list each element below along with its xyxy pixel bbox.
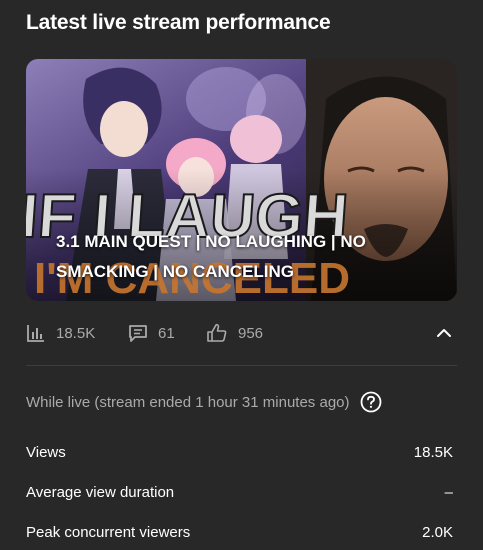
stream-thumbnail[interactable]: IF I LAUGH I'M CANCELED 3.1 MAIN QUEST |… xyxy=(26,59,457,301)
metric-label: Views xyxy=(26,443,66,461)
thumbnail-caption-line2: SMACKING | NO CANCELING xyxy=(56,262,295,281)
card-title: Latest live stream performance xyxy=(26,11,331,34)
comment-icon xyxy=(129,325,147,342)
divider xyxy=(26,365,457,366)
live-note: While live (stream ended 1 hour 31 minut… xyxy=(26,388,382,416)
metric-row-views: Views 18.5K xyxy=(26,440,453,464)
live-stream-performance-card: Latest live stream performance IF I LAUG… xyxy=(0,0,483,550)
likes-stat-value: 956 xyxy=(238,324,264,342)
metric-value: – xyxy=(444,483,453,501)
thumbs-up-icon xyxy=(207,323,227,342)
help-button[interactable] xyxy=(360,391,382,413)
bar-chart-icon xyxy=(27,325,44,342)
thumbnail-caption-line1: 3.1 MAIN QUEST | NO LAUGHING | NO xyxy=(56,232,366,251)
metric-value: 18.5K xyxy=(413,443,453,461)
views-stat: 18.5K xyxy=(26,318,95,348)
stats-row: 18.5K 61 956 xyxy=(26,318,457,348)
comments-stat-value: 61 xyxy=(158,324,175,342)
collapse-button[interactable] xyxy=(431,320,457,346)
likes-stat: 956 xyxy=(206,318,263,348)
metric-row-peak-concurrent-viewers: Peak concurrent viewers 2.0K xyxy=(26,520,453,544)
live-note-text: While live (stream ended 1 hour 31 minut… xyxy=(26,393,350,411)
metric-value: 2.0K xyxy=(422,523,453,541)
views-stat-value: 18.5K xyxy=(56,324,96,342)
help-circle-icon xyxy=(360,391,381,413)
metric-row-average-view-duration: Average view duration – xyxy=(26,480,453,504)
thumbnail-caption: 3.1 MAIN QUEST | NO LAUGHING | NO SMACKI… xyxy=(56,227,416,287)
metric-label: Average view duration xyxy=(26,483,175,501)
chevron-up-icon xyxy=(437,329,451,337)
metric-label: Peak concurrent viewers xyxy=(26,523,191,541)
comments-stat: 61 xyxy=(128,318,175,348)
